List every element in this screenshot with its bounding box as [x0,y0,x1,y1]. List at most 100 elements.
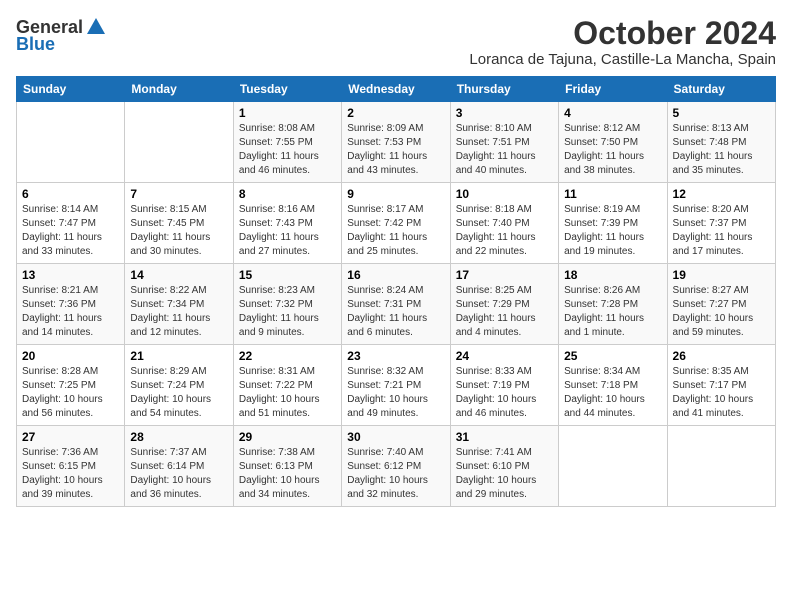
calendar-cell: 14Sunrise: 8:22 AM Sunset: 7:34 PM Dayli… [125,264,233,345]
calendar-cell: 17 Sunrise: 8:25 AM Sunset: 7:29 PM Dayli… [450,264,558,345]
day-detail: Sunrise: 8:28 AM Sunset: 7:25 PM Dayligh… [22,365,119,421]
calendar-week-row: 1 Sunrise: 8:08 AM Sunset: 7:55 PM Daylig… [17,102,776,183]
calendar-cell: 1 Sunrise: 8:08 AM Sunset: 7:55 PM Daylig… [233,102,341,183]
month-title: October 2024 [469,16,776,51]
day-detail: Sunrise: 7:41 AM Sunset: 6:10 PM Dayligh… [456,446,553,502]
calendar-cell: 19 Sunrise: 8:27 AM Sunset: 7:27 PM Dayli… [667,264,775,345]
calendar-cell: 16 Sunrise: 8:24 AM Sunset: 7:31 PM Dayli… [342,264,450,345]
calendar-cell: 12 Sunrise: 8:20 AM Sunset: 7:37 PM Dayli… [667,183,775,264]
day-number: 18 [564,268,661,282]
day-detail: Sunrise: 8:29 AM Sunset: 7:24 PM Dayligh… [130,365,227,421]
calendar-cell: 26 Sunrise: 8:35 AM Sunset: 7:17 PM Dayli… [667,345,775,426]
calendar-cell: 21 Sunrise: 8:29 AM Sunset: 7:24 PM Dayli… [125,345,233,426]
day-detail: Sunrise: 8:23 AM Sunset: 7:32 PM Dayligh… [239,284,336,340]
weekday-header: Friday [559,77,667,102]
day-number: 13 [22,268,119,282]
day-number: 26 [673,349,770,363]
day-number: 21 [130,349,227,363]
page-header: General Blue October 2024 Loranca de Taj… [16,16,776,68]
day-number: 30 [347,430,444,444]
logo: General Blue [16,16,107,55]
calendar-cell: 29 Sunrise: 7:38 AM Sunset: 6:13 PM Dayli… [233,426,341,507]
day-number: 29 [239,430,336,444]
day-detail: Sunrise: 8:12 AM Sunset: 7:50 PM Dayligh… [564,122,661,178]
calendar-cell: 22 Sunrise: 8:31 AM Sunset: 7:22 PM Dayli… [233,345,341,426]
day-number: 23 [347,349,444,363]
day-detail: Sunrise: 8:08 AM Sunset: 7:55 PM Dayligh… [239,122,336,178]
calendar-table: SundayMondayTuesdayWednesdayThursdayFrid… [16,76,776,507]
day-detail: Sunrise: 8:31 AM Sunset: 7:22 PM Dayligh… [239,365,336,421]
day-detail: Sunrise: 8:27 AM Sunset: 7:27 PM Dayligh… [673,284,770,340]
weekday-header: Saturday [667,77,775,102]
calendar-cell: 5 Sunrise: 8:13 AM Sunset: 7:48 PM Daylig… [667,102,775,183]
day-number: 7 [130,187,227,201]
calendar-cell: 13 Sunrise: 8:21 AM Sunset: 7:36 PM Dayli… [17,264,125,345]
day-detail: Sunrise: 7:38 AM Sunset: 6:13 PM Dayligh… [239,446,336,502]
day-detail: Sunrise: 7:37 AM Sunset: 6:14 PM Dayligh… [130,446,227,502]
day-number: 25 [564,349,661,363]
day-detail: Sunrise: 8:15 AM Sunset: 7:45 PM Dayligh… [130,203,227,259]
day-detail: Sunrise: 8:20 AM Sunset: 7:37 PM Dayligh… [673,203,770,259]
calendar-cell [559,426,667,507]
calendar-cell: 3 Sunrise: 8:10 AM Sunset: 7:51 PM Daylig… [450,102,558,183]
day-detail: Sunrise: 8:14 AM Sunset: 7:47 PM Dayligh… [22,203,119,259]
day-detail: Sunrise: 7:40 AM Sunset: 6:12 PM Dayligh… [347,446,444,502]
day-number: 24 [456,349,553,363]
calendar-cell: 11Sunrise: 8:19 AM Sunset: 7:39 PM Dayli… [559,183,667,264]
day-number: 4 [564,106,661,120]
calendar-cell: 28 Sunrise: 7:37 AM Sunset: 6:14 PM Dayli… [125,426,233,507]
calendar-cell [125,102,233,183]
title-block: October 2024 Loranca de Tajuna, Castille… [469,16,776,68]
calendar-cell [667,426,775,507]
day-number: 8 [239,187,336,201]
day-detail: Sunrise: 8:13 AM Sunset: 7:48 PM Dayligh… [673,122,770,178]
calendar-cell: 31 Sunrise: 7:41 AM Sunset: 6:10 PM Dayli… [450,426,558,507]
calendar-cell: 6 Sunrise: 8:14 AM Sunset: 7:47 PM Daylig… [17,183,125,264]
day-number: 3 [456,106,553,120]
calendar-cell: 9Sunrise: 8:17 AM Sunset: 7:42 PM Daylig… [342,183,450,264]
day-number: 20 [22,349,119,363]
calendar-cell: 8Sunrise: 8:16 AM Sunset: 7:43 PM Daylig… [233,183,341,264]
day-number: 6 [22,187,119,201]
calendar-cell: 24 Sunrise: 8:33 AM Sunset: 7:19 PM Dayli… [450,345,558,426]
calendar-cell: 2 Sunrise: 8:09 AM Sunset: 7:53 PM Daylig… [342,102,450,183]
day-number: 5 [673,106,770,120]
day-detail: Sunrise: 8:35 AM Sunset: 7:17 PM Dayligh… [673,365,770,421]
day-number: 31 [456,430,553,444]
day-number: 11 [564,187,661,201]
day-number: 16 [347,268,444,282]
day-number: 12 [673,187,770,201]
calendar-week-row: 20 Sunrise: 8:28 AM Sunset: 7:25 PM Dayli… [17,345,776,426]
day-detail: Sunrise: 8:21 AM Sunset: 7:36 PM Dayligh… [22,284,119,340]
day-number: 22 [239,349,336,363]
day-number: 19 [673,268,770,282]
day-number: 10 [456,187,553,201]
calendar-week-row: 13 Sunrise: 8:21 AM Sunset: 7:36 PM Dayli… [17,264,776,345]
logo-icon [85,16,107,38]
calendar-cell: 10Sunrise: 8:18 AM Sunset: 7:40 PM Dayli… [450,183,558,264]
day-detail: Sunrise: 8:24 AM Sunset: 7:31 PM Dayligh… [347,284,444,340]
day-number: 28 [130,430,227,444]
calendar-week-row: 27 Sunrise: 7:36 AM Sunset: 6:15 PM Dayli… [17,426,776,507]
calendar-cell: 20 Sunrise: 8:28 AM Sunset: 7:25 PM Dayli… [17,345,125,426]
calendar-cell: 15 Sunrise: 8:23 AM Sunset: 7:32 PM Dayli… [233,264,341,345]
day-detail: Sunrise: 8:10 AM Sunset: 7:51 PM Dayligh… [456,122,553,178]
calendar-cell: 23Sunrise: 8:32 AM Sunset: 7:21 PM Dayli… [342,345,450,426]
day-detail: Sunrise: 8:25 AM Sunset: 7:29 PM Dayligh… [456,284,553,340]
calendar-cell: 27 Sunrise: 7:36 AM Sunset: 6:15 PM Dayli… [17,426,125,507]
day-number: 15 [239,268,336,282]
calendar-cell: 30 Sunrise: 7:40 AM Sunset: 6:12 PM Dayli… [342,426,450,507]
calendar-week-row: 6 Sunrise: 8:14 AM Sunset: 7:47 PM Daylig… [17,183,776,264]
day-number: 17 [456,268,553,282]
day-number: 9 [347,187,444,201]
day-detail: Sunrise: 8:09 AM Sunset: 7:53 PM Dayligh… [347,122,444,178]
day-number: 27 [22,430,119,444]
day-number: 14 [130,268,227,282]
logo-blue: Blue [16,34,55,55]
day-detail: Sunrise: 8:33 AM Sunset: 7:19 PM Dayligh… [456,365,553,421]
weekday-header: Tuesday [233,77,341,102]
day-detail: Sunrise: 7:36 AM Sunset: 6:15 PM Dayligh… [22,446,119,502]
day-number: 2 [347,106,444,120]
day-number: 1 [239,106,336,120]
calendar-cell: 25Sunrise: 8:34 AM Sunset: 7:18 PM Dayli… [559,345,667,426]
